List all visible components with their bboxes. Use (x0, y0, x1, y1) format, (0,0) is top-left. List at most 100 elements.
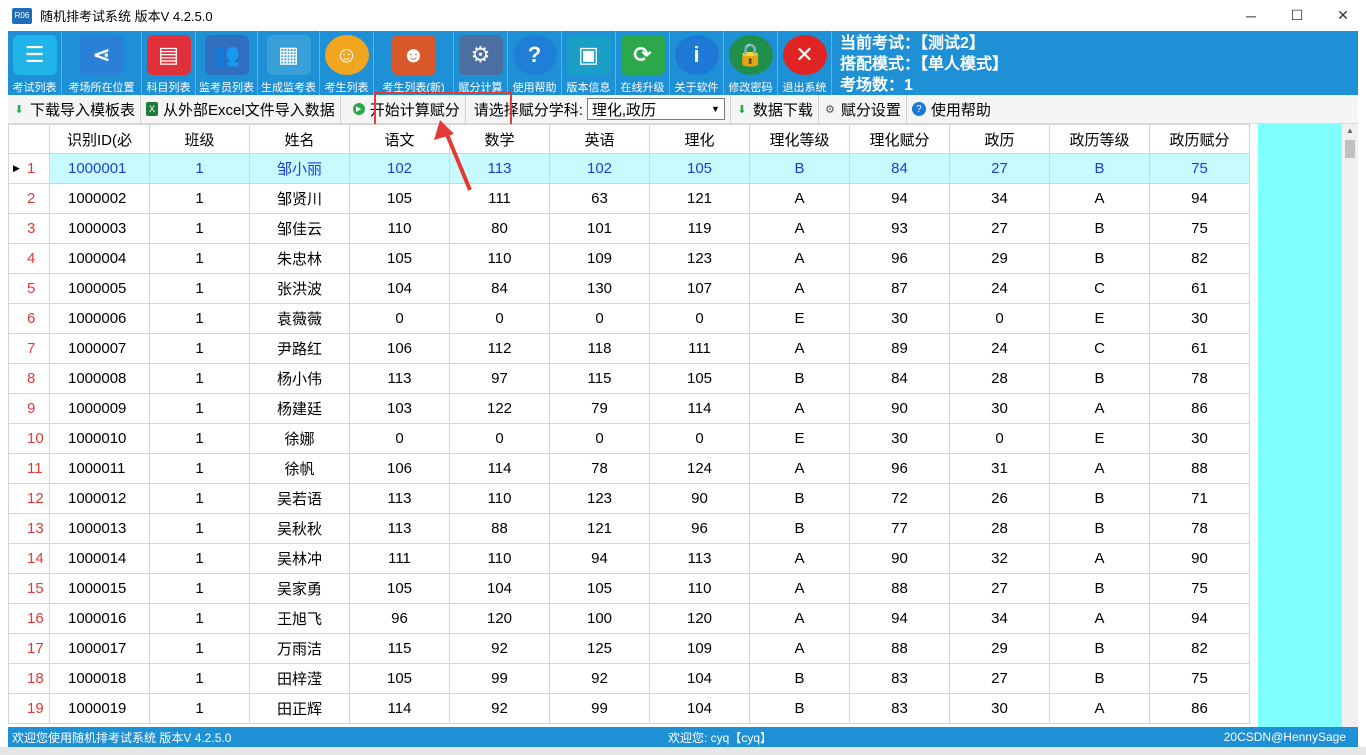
table-cell[interactable]: 103 (349, 393, 450, 424)
table-cell[interactable]: 1 (149, 153, 250, 184)
table-cell[interactable]: 0 (349, 423, 450, 454)
table-cell[interactable]: B (1049, 663, 1150, 694)
table-cell[interactable]: 1000006 (49, 303, 150, 334)
table-cell[interactable]: A (749, 183, 850, 214)
table-cell[interactable]: 124 (649, 453, 750, 484)
table-cell[interactable]: B (749, 483, 850, 514)
table-row[interactable]: 17 1000017 1 万雨洁 115 92 125 109 A 88 29 B 82 (8, 633, 1250, 664)
table-cell[interactable]: E (749, 423, 850, 454)
ribbon-button-people[interactable]: 👥 监考员列表 (196, 31, 258, 95)
table-cell[interactable]: 78 (1149, 363, 1250, 394)
table-cell[interactable]: 106 (349, 333, 450, 364)
table-cell[interactable]: 1 (149, 273, 250, 304)
table-cell[interactable]: 1000014 (49, 543, 150, 574)
table-cell[interactable]: 105 (349, 243, 450, 274)
table-cell[interactable]: 78 (1149, 513, 1250, 544)
table-cell[interactable]: 0 (349, 303, 450, 334)
table-cell[interactable]: 96 (649, 513, 750, 544)
table-cell[interactable]: 75 (1149, 573, 1250, 604)
table-cell[interactable]: 徐帆 (249, 453, 350, 484)
column-header[interactable]: 识别ID(必 (49, 124, 150, 154)
table-cell[interactable]: 104 (349, 273, 450, 304)
table-cell[interactable]: B (749, 663, 850, 694)
table-cell[interactable]: 吴家勇 (249, 573, 350, 604)
table-cell[interactable]: 1000015 (49, 573, 150, 604)
table-cell[interactable]: B (1049, 153, 1150, 184)
table-cell[interactable]: 29 (949, 243, 1050, 274)
table-cell[interactable]: 114 (349, 693, 450, 724)
minimize-button[interactable]: ─ (1228, 0, 1274, 31)
table-cell[interactable]: A (749, 333, 850, 364)
table-cell[interactable]: 96 (849, 243, 950, 274)
table-cell[interactable]: 1 (149, 183, 250, 214)
column-header[interactable]: 政历等级 (1049, 124, 1150, 154)
table-cell[interactable]: 105 (649, 363, 750, 394)
ribbon-button-help[interactable]: ? 使用帮助 (508, 31, 562, 95)
maximize-button[interactable]: ☐ (1274, 0, 1320, 31)
table-cell[interactable]: 105 (549, 573, 650, 604)
table-cell[interactable]: 84 (849, 363, 950, 394)
table-cell[interactable]: 87 (849, 273, 950, 304)
table-cell[interactable]: 杨建廷 (249, 393, 350, 424)
table-cell[interactable]: 1 (149, 663, 250, 694)
table-cell[interactable]: 尹路红 (249, 333, 350, 364)
table-cell[interactable]: 92 (449, 633, 550, 664)
table-cell[interactable]: 1000019 (49, 693, 150, 724)
table-cell[interactable]: 1 (149, 543, 250, 574)
table-cell[interactable]: 1 (149, 603, 250, 634)
table-cell[interactable]: 24 (949, 273, 1050, 304)
table-cell[interactable]: 79 (549, 393, 650, 424)
table-cell[interactable]: 0 (949, 423, 1050, 454)
table-cell[interactable]: 朱忠林 (249, 243, 350, 274)
table-cell[interactable]: 邹贤川 (249, 183, 350, 214)
table-cell[interactable]: 109 (549, 243, 650, 274)
ribbon-button-student[interactable]: ☺ 考生列表 (320, 31, 374, 95)
table-cell[interactable]: 113 (349, 513, 450, 544)
table-row[interactable]: 6 1000006 1 袁薇薇 0 0 0 0 E 30 0 E 30 (8, 303, 1250, 334)
table-cell[interactable]: 1000011 (49, 453, 150, 484)
ribbon-button-refresh[interactable]: ⟳ 在线升级 (616, 31, 670, 95)
table-cell[interactable]: 80 (449, 213, 550, 244)
table-cell[interactable]: 75 (1149, 213, 1250, 244)
table-row[interactable]: 8 1000008 1 杨小伟 113 97 115 105 B 84 28 B 78 (8, 363, 1250, 394)
table-cell[interactable]: A (749, 243, 850, 274)
table-cell[interactable]: 115 (549, 363, 650, 394)
table-cell[interactable]: 1 (149, 513, 250, 544)
table-cell[interactable]: 1 (149, 453, 250, 484)
table-cell[interactable]: A (1049, 453, 1150, 484)
table-cell[interactable]: 99 (449, 663, 550, 694)
table-row[interactable]: 16 1000016 1 王旭飞 96 120 100 120 A 94 34 A 94 (8, 603, 1250, 634)
subject-select[interactable]: 理化,政历 ▼ (586, 98, 725, 120)
table-cell[interactable]: 94 (849, 603, 950, 634)
ribbon-button-close[interactable]: ✕ 退出系统 (778, 31, 832, 95)
table-cell[interactable]: B (1049, 633, 1150, 664)
table-cell[interactable]: 112 (449, 333, 550, 364)
table-cell[interactable]: 32 (949, 543, 1050, 574)
table-cell[interactable]: 96 (849, 453, 950, 484)
table-row[interactable]: 18 1000018 1 田梓滢 105 99 92 104 B 83 27 B 75 (8, 663, 1250, 694)
table-cell[interactable]: A (749, 213, 850, 244)
table-cell[interactable]: 吴若语 (249, 483, 350, 514)
table-cell[interactable]: 袁薇薇 (249, 303, 350, 334)
table-cell[interactable]: A (749, 633, 850, 664)
table-cell[interactable]: 84 (449, 273, 550, 304)
ribbon-button-calc[interactable]: ⚙ 赋分计算 (454, 31, 508, 95)
table-cell[interactable]: A (1049, 603, 1150, 634)
table-cell[interactable]: 杨小伟 (249, 363, 350, 394)
table-cell[interactable]: 71 (1149, 483, 1250, 514)
table-cell[interactable]: 92 (449, 693, 550, 724)
table-cell[interactable]: C (1049, 273, 1150, 304)
column-header[interactable]: 政历 (949, 124, 1050, 154)
table-cell[interactable]: 111 (649, 333, 750, 364)
table-cell[interactable]: 104 (449, 573, 550, 604)
table-cell[interactable]: 88 (849, 573, 950, 604)
table-cell[interactable]: 113 (349, 363, 450, 394)
table-cell[interactable]: 30 (849, 303, 950, 334)
table-cell[interactable]: 88 (1149, 453, 1250, 484)
table-cell[interactable]: 田梓滢 (249, 663, 350, 694)
table-cell[interactable]: E (1049, 303, 1150, 334)
table-cell[interactable]: 83 (849, 693, 950, 724)
column-header[interactable]: 班级 (149, 124, 250, 154)
table-row[interactable]: 11 1000011 1 徐帆 106 114 78 124 A 96 31 A 88 (8, 453, 1250, 484)
table-cell[interactable]: 31 (949, 453, 1050, 484)
